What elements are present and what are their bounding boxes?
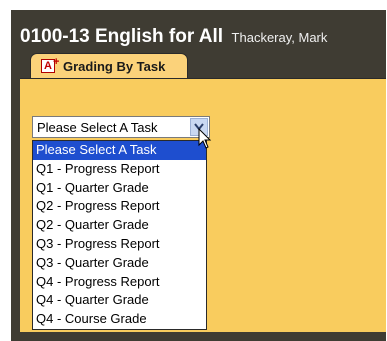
task-option[interactable]: Q4 - Quarter Grade (33, 291, 206, 310)
mouse-cursor-icon (198, 128, 212, 149)
teacher-name: Thackeray, Mark (231, 30, 328, 45)
tab-label: Grading By Task (63, 59, 166, 74)
task-dropdown-list: Please Select A Task Q1 - Progress Report… (32, 140, 207, 330)
task-option[interactable]: Q2 - Quarter Grade (33, 216, 206, 235)
page-title: 0100-13 English for All Thackeray, Mark (20, 26, 327, 48)
task-option[interactable]: Q3 - Quarter Grade (33, 254, 206, 273)
task-option[interactable]: Q4 - Course Grade (33, 310, 206, 329)
tab-grading-by-task[interactable]: A + Grading By Task (30, 53, 188, 79)
course-title: 0100-13 English for All (20, 26, 224, 47)
task-select-value: Please Select A Task (37, 120, 158, 135)
plus-icon: + (53, 56, 60, 68)
task-option[interactable]: Q3 - Progress Report (33, 235, 206, 254)
task-option[interactable]: Please Select A Task (33, 141, 206, 160)
task-option[interactable]: Q1 - Progress Report (33, 160, 206, 179)
task-option[interactable]: Q1 - Quarter Grade (33, 179, 206, 198)
task-select[interactable]: Please Select A Task (32, 116, 210, 138)
task-option[interactable]: Q2 - Progress Report (33, 197, 206, 216)
task-option[interactable]: Q4 - Progress Report (33, 273, 206, 292)
